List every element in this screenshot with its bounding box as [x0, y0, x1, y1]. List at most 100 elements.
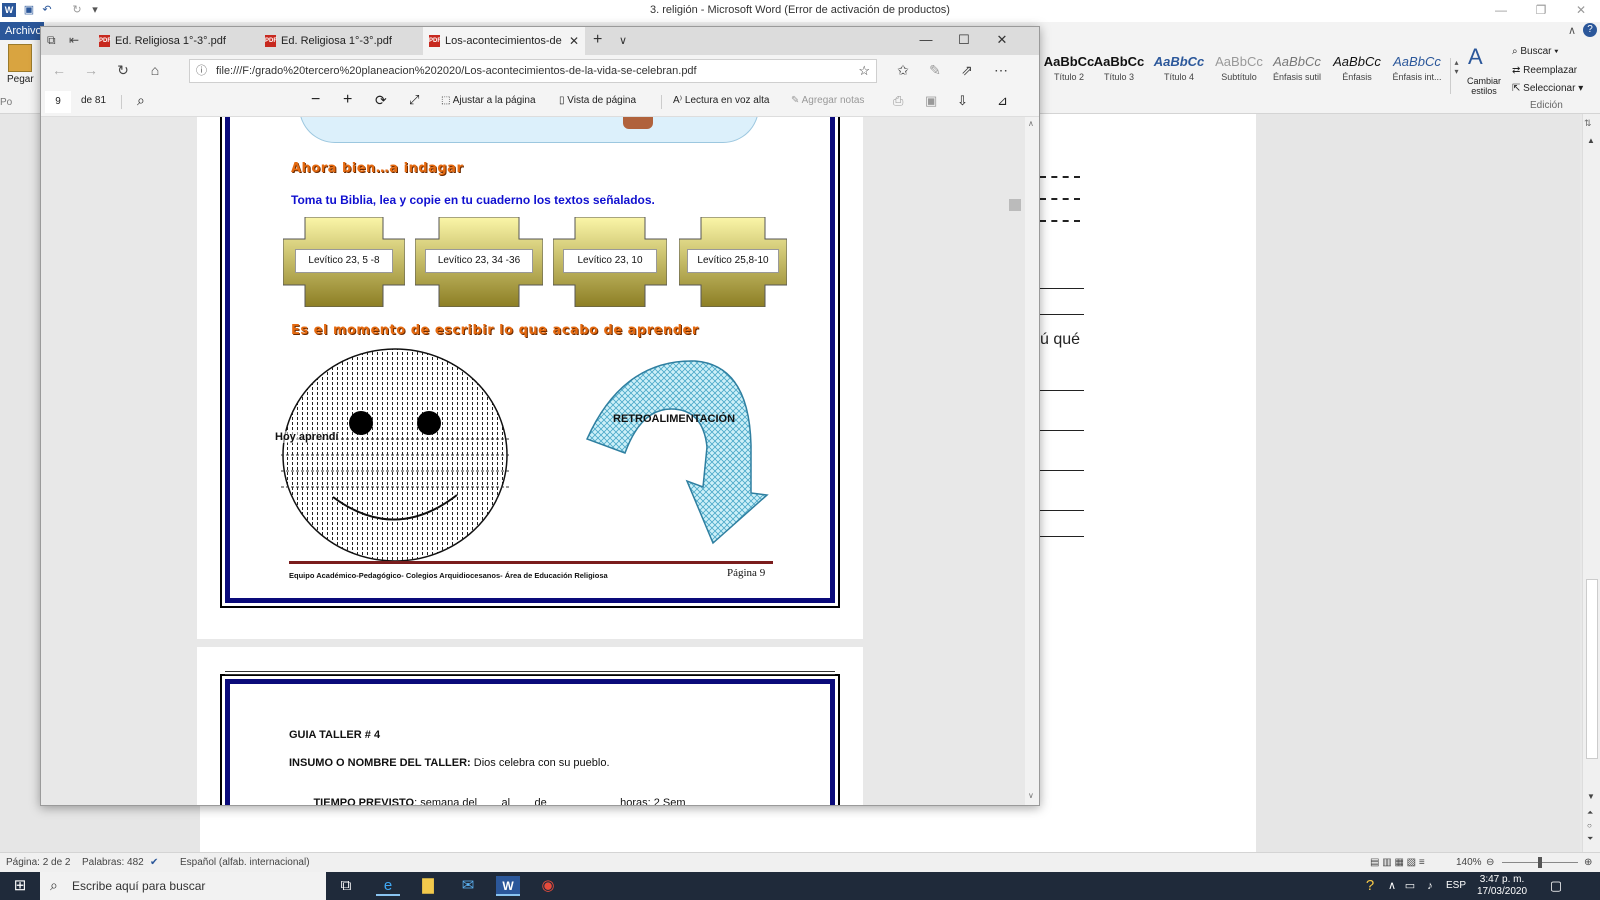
new-tab-button[interactable]: +	[593, 31, 602, 49]
word-vertical-scrollbar[interactable]: ⇅ ▲ ▼ ⏶ ○ ⏷	[1582, 114, 1600, 852]
edge-taskbar-icon[interactable]: e	[376, 876, 400, 896]
archivo-tab[interactable]: Archivo	[0, 22, 44, 40]
style-enfasis[interactable]: AaBbCc Énfasis	[1328, 52, 1386, 92]
windows-start-icon[interactable]: ⊞	[8, 876, 32, 896]
style-enfasis-sutil[interactable]: AaBbCc Énfasis sutil	[1268, 52, 1326, 92]
paste-icon[interactable]	[8, 44, 32, 72]
status-page[interactable]: Página: 2 de 2	[6, 857, 71, 868]
info-icon[interactable]: ⓘ	[196, 60, 207, 82]
zoom-slider-thumb[interactable]	[1538, 857, 1542, 868]
proofing-icon[interactable]: ✔	[150, 857, 158, 868]
doc-line	[1040, 288, 1084, 289]
doc-dash-line	[1040, 220, 1080, 222]
prev-page-icon[interactable]: ⏶	[1587, 808, 1593, 818]
style-subtitulo[interactable]: AaBbCc Subtítulo	[1210, 52, 1268, 92]
next-page-icon[interactable]: ⏷	[1587, 834, 1593, 844]
page-view-button[interactable]: ▯ Vista de página	[559, 95, 636, 106]
tab-set-aside-icon[interactable]: ⧉	[47, 33, 56, 48]
word-taskbar-icon[interactable]: W	[496, 876, 520, 896]
ribbon-collapse-icon[interactable]: ∧	[1568, 24, 1576, 37]
zoom-in-button[interactable]: +	[343, 91, 352, 109]
status-zoom[interactable]: 140%	[1456, 857, 1482, 868]
save-pdf-icon[interactable]: ▣	[925, 93, 937, 109]
home-button[interactable]: ⌂	[145, 62, 165, 80]
taskbar-search-box[interactable]: ⌕ Escribe aquí para buscar	[40, 872, 326, 900]
favorite-star-icon[interactable]: ☆	[858, 60, 870, 82]
scroll-up-icon[interactable]: ▲	[1587, 136, 1595, 145]
zoom-in-icon[interactable]: ⊕	[1584, 857, 1592, 868]
task-view-icon[interactable]: ⧉	[334, 876, 358, 896]
chrome-icon[interactable]: ◉	[536, 876, 560, 896]
doc-line	[1040, 390, 1084, 391]
select-button[interactable]: ⇱ Seleccionar ▾	[1512, 83, 1583, 94]
mail-icon[interactable]: ✉	[456, 876, 480, 896]
tab-ed-religiosa-1[interactable]: PDF Ed. Religiosa 1°-3°.pdf	[93, 27, 257, 55]
tray-language[interactable]: ESP	[1446, 880, 1466, 891]
word-scroll-thumb[interactable]	[1586, 579, 1598, 759]
paste-button[interactable]: Pegar	[7, 74, 34, 85]
view-buttons[interactable]: ▤ ▥ ▦ ▧ ≡	[1370, 857, 1425, 868]
pdf-scroll-up-icon[interactable]: ∧	[1028, 119, 1034, 128]
zoom-out-button[interactable]: −	[311, 91, 320, 109]
word-minimize-button[interactable]: —	[1486, 3, 1516, 19]
word-close-button[interactable]: ✕	[1566, 3, 1596, 19]
more-menu-icon[interactable]: ⋯	[991, 62, 1011, 80]
divider	[121, 95, 122, 109]
edge-close-button[interactable]: ✕	[987, 32, 1017, 50]
notifications-icon[interactable]: ▢	[1544, 876, 1568, 896]
tab-los-acontecimientos[interactable]: PDF Los-acontecimientos-de ✕	[423, 27, 585, 55]
cross-card-4: Levítico 25,8-10	[678, 216, 788, 308]
add-notes-button[interactable]: ✎ Agregar notas	[791, 95, 864, 106]
edge-minimize-button[interactable]: —	[911, 32, 941, 50]
refresh-button[interactable]: ↻	[113, 62, 133, 80]
pdf-scroll-down-icon[interactable]: ∨	[1028, 791, 1034, 800]
page-number-input[interactable]: 9	[45, 91, 71, 113]
status-words[interactable]: Palabras: 482	[82, 857, 144, 868]
tab-back-icon[interactable]: ⇤	[69, 33, 79, 47]
back-button[interactable]: ←	[49, 62, 69, 80]
zoom-out-icon[interactable]: ⊖	[1486, 857, 1494, 868]
taskbar-search-placeholder: Escribe aquí para buscar	[72, 879, 206, 893]
edge-maximize-button[interactable]: ☐	[949, 32, 979, 50]
edge-browser-window: ⧉ ⇤ PDF Ed. Religiosa 1°-3°.pdf PDF Ed. …	[40, 26, 1040, 806]
tray-clock[interactable]: 3:47 p. m. 17/03/2020	[1472, 874, 1532, 898]
save-as-icon[interactable]: ⇩	[957, 93, 968, 109]
share-icon[interactable]: ⇗	[957, 62, 977, 80]
file-explorer-icon[interactable]: ▇	[416, 876, 440, 896]
scroll-down-icon[interactable]: ▼	[1587, 792, 1595, 801]
word-maximize-button[interactable]: ❐	[1526, 3, 1556, 19]
clipboard-group-label: Po	[0, 97, 13, 108]
edition-group-label: Edición	[1530, 100, 1563, 111]
pdf-view[interactable]: Ahora bien…a indagar Toma tu Biblia, lea…	[41, 117, 1025, 805]
change-styles-icon[interactable]: A	[1468, 44, 1483, 70]
notes-pen-icon[interactable]: ✎	[925, 62, 945, 80]
tab-close-icon[interactable]: ✕	[569, 27, 579, 55]
read-aloud-button[interactable]: A⁾ Lectura en voz alta	[673, 95, 769, 106]
rotate-icon[interactable]: ⟳	[375, 92, 387, 109]
browse-object-icon[interactable]: ○	[1587, 821, 1592, 830]
help-tray-icon[interactable]: ?	[1358, 876, 1382, 896]
help-icon[interactable]: ?	[1583, 23, 1597, 37]
pdf-search-icon[interactable]: ⌕	[137, 92, 145, 109]
forward-button[interactable]: →	[81, 62, 101, 80]
tab-list-chevron-icon[interactable]: ∨	[619, 34, 627, 47]
address-bar[interactable]: ⓘ file:///F:/grado%20tercero%20planeacio…	[189, 59, 877, 83]
favorites-icon[interactable]: ✩	[893, 62, 913, 80]
volume-icon[interactable]: ♪	[1418, 876, 1442, 896]
status-language[interactable]: Español (alfab. internacional)	[180, 857, 310, 868]
replace-button[interactable]: ⇄ Reemplazar	[1512, 65, 1577, 76]
style-titulo-4[interactable]: AaBbCc Título 4	[1150, 52, 1208, 92]
style-titulo-3[interactable]: AaBbCc Título 3	[1090, 52, 1148, 92]
styles-gallery-more-icon[interactable]: ▴ ▾	[1450, 58, 1462, 94]
style-enfasis-intenso[interactable]: AaBbCc Énfasis int...	[1388, 52, 1446, 92]
tab-ed-religiosa-2[interactable]: PDF Ed. Religiosa 1°-3°.pdf	[259, 27, 423, 55]
print-icon[interactable]: ⎙	[893, 93, 903, 109]
find-button[interactable]: ⌕ Buscar ▾	[1512, 46, 1559, 57]
ruler-toggle-icon[interactable]: ⇅	[1584, 118, 1592, 129]
pin-toolbar-icon[interactable]: ⊿	[997, 93, 1008, 109]
pdf-vertical-scrollbar[interactable]: ∧ ∨	[1025, 117, 1039, 805]
fit-page-button[interactable]: ⬚ Ajustar a la página	[441, 95, 536, 106]
heading-escribir: Es el momento de escribir lo que acabo d…	[291, 323, 699, 338]
change-styles-button[interactable]: Cambiar estilos	[1464, 76, 1504, 96]
fullscreen-icon[interactable]: ⤢	[409, 92, 419, 108]
